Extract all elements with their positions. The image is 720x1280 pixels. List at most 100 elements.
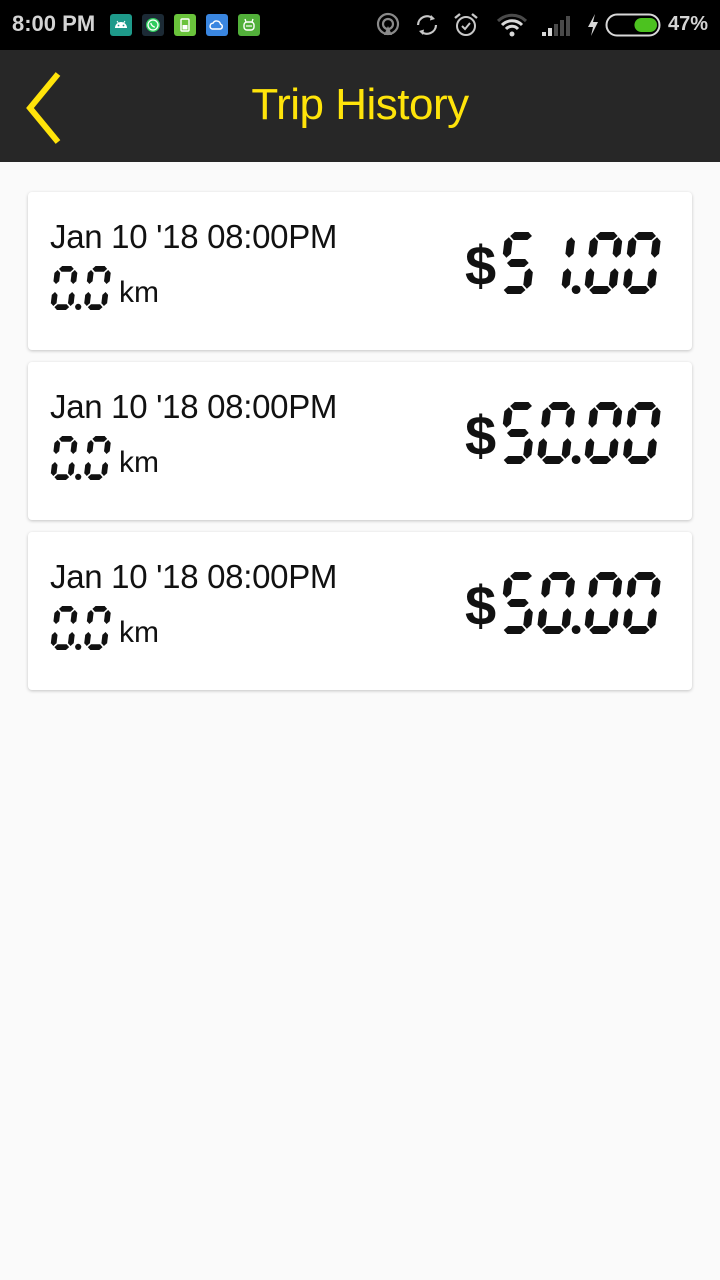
segment-f <box>53 610 61 624</box>
decimal-point <box>75 643 82 650</box>
segment-c <box>523 268 533 289</box>
segment-d <box>54 644 70 650</box>
segment-g <box>507 258 529 268</box>
segment-e <box>84 292 91 306</box>
segment-a <box>92 436 108 442</box>
currency-symbol: $ <box>464 234 497 297</box>
trip-distance: km <box>50 434 159 480</box>
signal-icon <box>542 16 570 36</box>
segment-b <box>104 610 111 624</box>
distance-value <box>50 266 116 310</box>
page-title: Trip History <box>251 80 469 129</box>
segment-a <box>510 572 533 581</box>
trip-fare: $ <box>465 230 668 294</box>
segment-a <box>59 266 74 272</box>
segment-f <box>626 407 637 428</box>
digit-0 <box>84 606 111 650</box>
app-bar: Trip History <box>0 50 720 162</box>
hotspot-icon <box>376 12 400 36</box>
battery-icon <box>605 13 661 37</box>
segment-f <box>86 610 94 624</box>
digit-0 <box>537 402 576 464</box>
segment-f <box>541 577 551 598</box>
digit-0 <box>50 266 78 310</box>
segment-a <box>595 572 618 581</box>
segment-d <box>542 455 564 464</box>
segment-d <box>589 455 612 464</box>
segment-a <box>510 232 533 241</box>
currency-symbol: $ <box>464 404 497 467</box>
segment-c <box>523 438 533 459</box>
segment-f <box>626 577 637 598</box>
decimal-point <box>571 625 581 634</box>
segment-e <box>84 462 91 476</box>
digit-0 <box>50 606 78 650</box>
segment-c <box>608 268 619 289</box>
segment-a <box>92 606 108 612</box>
segment-c <box>647 608 657 629</box>
segment-e <box>623 268 633 289</box>
distance-value <box>50 436 116 480</box>
segment-c <box>67 292 75 306</box>
segment-f <box>541 407 551 428</box>
segment-c <box>561 608 572 629</box>
segment-f <box>588 237 599 258</box>
segment-b <box>612 407 623 428</box>
segment-a <box>634 572 657 581</box>
segment-b <box>565 577 576 598</box>
segment-f <box>86 270 94 284</box>
segment-a <box>595 232 618 241</box>
trip-card[interactable]: Jan 10 '18 08:00PM km $ <box>28 192 692 350</box>
trip-card[interactable]: Jan 10 '18 08:00PM km $ <box>28 532 692 690</box>
segment-b <box>651 577 661 598</box>
segment-e <box>537 438 548 459</box>
segment-a <box>595 402 618 411</box>
segment-e <box>50 292 58 306</box>
seven-segment-display <box>50 266 111 310</box>
segment-f <box>588 577 599 598</box>
distance-value <box>50 606 116 650</box>
segment-c <box>101 632 109 646</box>
fare-amount <box>498 572 668 634</box>
digit-0 <box>584 402 623 464</box>
segment-d <box>589 285 612 294</box>
segment-b <box>104 440 111 454</box>
trip-card[interactable]: Jan 10 '18 08:00PM km $ <box>28 362 692 520</box>
segment-c <box>523 608 533 629</box>
segment-c <box>608 438 619 459</box>
status-time: 8:00 PM <box>12 11 96 36</box>
digit-0 <box>537 572 576 634</box>
segment-f <box>53 270 61 284</box>
seven-segment-display <box>502 402 661 464</box>
digit-0 <box>623 402 661 464</box>
segment-d <box>627 285 650 294</box>
segment-d <box>87 474 103 480</box>
trip-date: Jan 10 '18 08:00PM <box>50 388 338 425</box>
segment-b <box>70 440 78 454</box>
segment-d <box>54 304 70 310</box>
segment-e <box>623 608 633 629</box>
segment-c <box>647 268 657 289</box>
sync-icon <box>416 15 438 35</box>
segment-d <box>503 285 526 294</box>
segment-c <box>101 462 109 476</box>
segment-a <box>510 402 533 411</box>
charging-icon <box>588 14 598 36</box>
segment-e <box>584 608 595 629</box>
segment-c <box>647 438 657 459</box>
alarm-icon <box>454 13 478 36</box>
segment-g <box>507 598 529 608</box>
decimal-point <box>75 303 82 310</box>
sim-card-icon <box>174 14 196 36</box>
segment-a <box>634 232 657 241</box>
segment-d <box>54 474 70 480</box>
segment-c <box>101 292 109 306</box>
wifi-icon <box>496 13 528 37</box>
digit-0 <box>584 232 623 294</box>
segment-d <box>542 625 564 634</box>
segment-f <box>626 237 637 258</box>
decimal-point <box>75 473 82 480</box>
segment-e <box>50 462 58 476</box>
whatsapp-icon <box>142 14 164 36</box>
currency-symbol: $ <box>464 574 497 637</box>
